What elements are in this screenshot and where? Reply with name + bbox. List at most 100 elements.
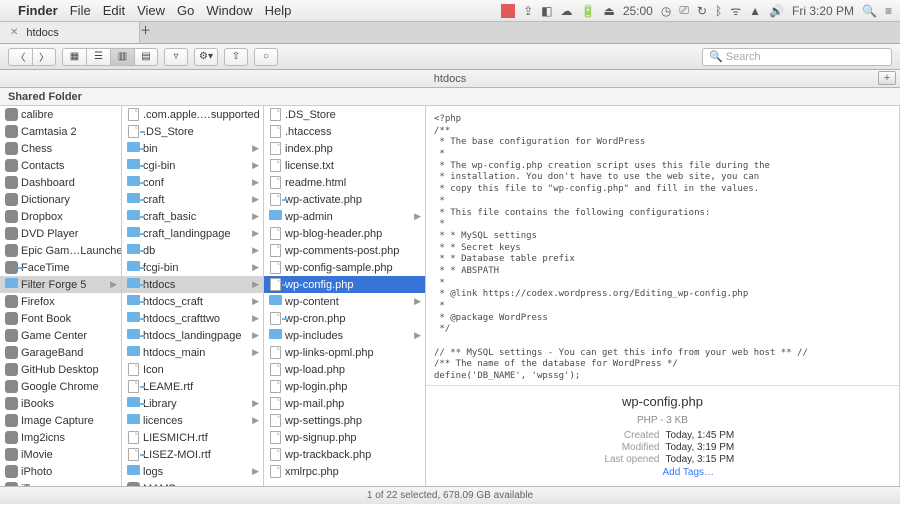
list-item[interactable]: wp-blog-header.php xyxy=(264,225,425,242)
list-view-button[interactable]: ☰ xyxy=(86,48,110,66)
tab-htdocs[interactable]: ✕ htdocs xyxy=(0,22,140,43)
list-item[interactable]: wp-mail.php xyxy=(264,395,425,412)
list-item[interactable]: wp-config.php xyxy=(264,276,425,293)
list-item[interactable]: Dropbox xyxy=(0,208,121,225)
list-item[interactable]: Camtasia 2 xyxy=(0,123,121,140)
list-item[interactable]: iBooks xyxy=(0,395,121,412)
dropbox-icon[interactable]: ⇪ xyxy=(523,4,533,18)
volume-icon[interactable]: 🔊 xyxy=(769,4,784,18)
list-item[interactable]: Game Center xyxy=(0,327,121,344)
bluetooth-icon[interactable]: ᛒ xyxy=(715,4,722,18)
column-1[interactable]: calibreCamtasia 2ChessContactsDashboardD… xyxy=(0,106,122,486)
menuextra-red-icon[interactable] xyxy=(501,4,515,18)
list-item[interactable]: GarageBand xyxy=(0,344,121,361)
item-label: licences xyxy=(143,415,183,427)
timer-text[interactable]: 25:00 xyxy=(623,4,653,18)
list-item[interactable]: Dashboard xyxy=(0,174,121,191)
chevron-right-icon: ▶ xyxy=(250,279,259,290)
battery-icon[interactable]: 🔋 xyxy=(581,4,596,18)
menu-file[interactable]: File xyxy=(70,3,91,18)
sync-icon[interactable]: ↻ xyxy=(697,4,707,18)
list-item[interactable]: index.php xyxy=(264,140,425,157)
eject-icon[interactable]: ⏏ xyxy=(603,4,614,18)
list-item[interactable]: wp-signup.php xyxy=(264,429,425,446)
add-button[interactable]: + xyxy=(878,71,896,85)
list-item[interactable]: .htaccess xyxy=(264,123,425,140)
add-tags-link[interactable]: Add Tags… xyxy=(663,467,886,478)
coverflow-view-button[interactable]: ▤ xyxy=(134,48,158,66)
list-item[interactable]: Google Chrome xyxy=(0,378,121,395)
menu-window[interactable]: Window xyxy=(206,3,252,18)
list-item[interactable]: DVD Player xyxy=(0,225,121,242)
list-item[interactable]: LIESMICH.rtf xyxy=(122,429,263,446)
preview-info: wp-config.php PHP - 3 KB CreatedToday, 1… xyxy=(426,385,899,486)
share-button[interactable]: ⇧ xyxy=(224,48,248,66)
clock[interactable]: Fri 3:20 PM xyxy=(792,4,854,18)
list-item[interactable]: wp-load.php xyxy=(264,361,425,378)
menuextra-icon[interactable]: ◧ xyxy=(541,4,552,18)
item-label: GitHub Desktop xyxy=(21,364,99,376)
list-item[interactable]: wp-cron.php xyxy=(264,310,425,327)
arrange-button[interactable]: ▿ xyxy=(164,48,188,66)
display-icon[interactable]: ⎚ xyxy=(679,3,689,18)
column-3[interactable]: .DS_Store.htaccessindex.phplicense.txtre… xyxy=(264,106,426,486)
list-item[interactable]: logs▶ xyxy=(122,463,263,480)
list-item[interactable]: license.txt xyxy=(264,157,425,174)
list-item[interactable]: wp-trackback.php xyxy=(264,446,425,463)
list-item[interactable]: wp-settings.php xyxy=(264,412,425,429)
list-item[interactable]: Img2icns xyxy=(0,429,121,446)
list-item[interactable]: Image Capture xyxy=(0,412,121,429)
column-2[interactable]: .com.apple.…supported.DS_Storebin▶cgi-bi… xyxy=(122,106,264,486)
list-item[interactable]: Filter Forge 5▶ xyxy=(0,276,121,293)
list-item[interactable]: wp-comments-post.php xyxy=(264,242,425,259)
list-item[interactable]: iPhoto xyxy=(0,463,121,480)
column-view-button[interactable]: ▥ xyxy=(110,48,134,66)
menu-help[interactable]: Help xyxy=(265,3,292,18)
search-field[interactable]: 🔍 Search xyxy=(702,48,892,66)
forward-button[interactable]: 〉 xyxy=(32,48,56,66)
tags-button[interactable]: ○ xyxy=(254,48,278,66)
list-item[interactable]: wp-config-sample.php xyxy=(264,259,425,276)
list-item[interactable]: calibre xyxy=(0,106,121,123)
list-item[interactable]: wp-links-opml.php xyxy=(264,344,425,361)
item-label: wp-cron.php xyxy=(285,313,346,325)
list-item[interactable]: xmlrpc.php xyxy=(264,463,425,480)
list-item[interactable]: GitHub Desktop xyxy=(0,361,121,378)
list-item[interactable]: Font Book xyxy=(0,310,121,327)
wifi-icon[interactable]: ᯤ xyxy=(730,2,741,19)
cloud-icon[interactable]: ☁ xyxy=(561,4,573,18)
list-item[interactable]: Epic Gam…Launcher xyxy=(0,242,121,259)
new-tab-button[interactable]: ＋ xyxy=(140,22,151,43)
up-icon[interactable]: ▲ xyxy=(749,4,761,18)
list-item[interactable]: readme.html xyxy=(264,174,425,191)
menu-view[interactable]: View xyxy=(137,3,165,18)
icon-view-button[interactable]: ▦ xyxy=(62,48,86,66)
action-button[interactable]: ⚙▾ xyxy=(194,48,218,66)
list-item[interactable]: .DS_Store xyxy=(264,106,425,123)
back-button[interactable]: 〈 xyxy=(8,48,32,66)
notification-icon[interactable]: ≡ xyxy=(885,4,892,18)
list-item[interactable]: wp-activate.php xyxy=(264,191,425,208)
list-item[interactable]: wp-login.php xyxy=(264,378,425,395)
list-item[interactable]: Contacts xyxy=(0,157,121,174)
list-item[interactable]: Icon xyxy=(122,361,263,378)
list-item[interactable]: Dictionary xyxy=(0,191,121,208)
list-item[interactable]: wp-admin▶ xyxy=(264,208,425,225)
list-item[interactable]: Firefox xyxy=(0,293,121,310)
menu-edit[interactable]: Edit xyxy=(103,3,125,18)
list-item[interactable]: licences▶ xyxy=(122,412,263,429)
list-item[interactable]: .com.apple.…supported xyxy=(122,106,263,123)
menu-go[interactable]: Go xyxy=(177,3,194,18)
spotlight-icon[interactable]: 🔍 xyxy=(862,4,877,18)
list-item[interactable]: iMovie xyxy=(0,446,121,463)
list-item[interactable]: Chess xyxy=(0,140,121,157)
list-item[interactable]: htdocs_main▶ xyxy=(122,344,263,361)
list-item[interactable]: wp-includes▶ xyxy=(264,327,425,344)
app-name[interactable]: Finder xyxy=(18,3,58,18)
list-item[interactable]: iTerm xyxy=(0,480,121,486)
preview-pane[interactable]: <?php /** * The base configuration for W… xyxy=(426,106,899,385)
close-tab-icon[interactable]: ✕ xyxy=(10,27,18,38)
list-item[interactable]: wp-content▶ xyxy=(264,293,425,310)
list-item[interactable]: MAMP xyxy=(122,480,263,486)
timer-icon[interactable]: ◷ xyxy=(661,4,671,18)
